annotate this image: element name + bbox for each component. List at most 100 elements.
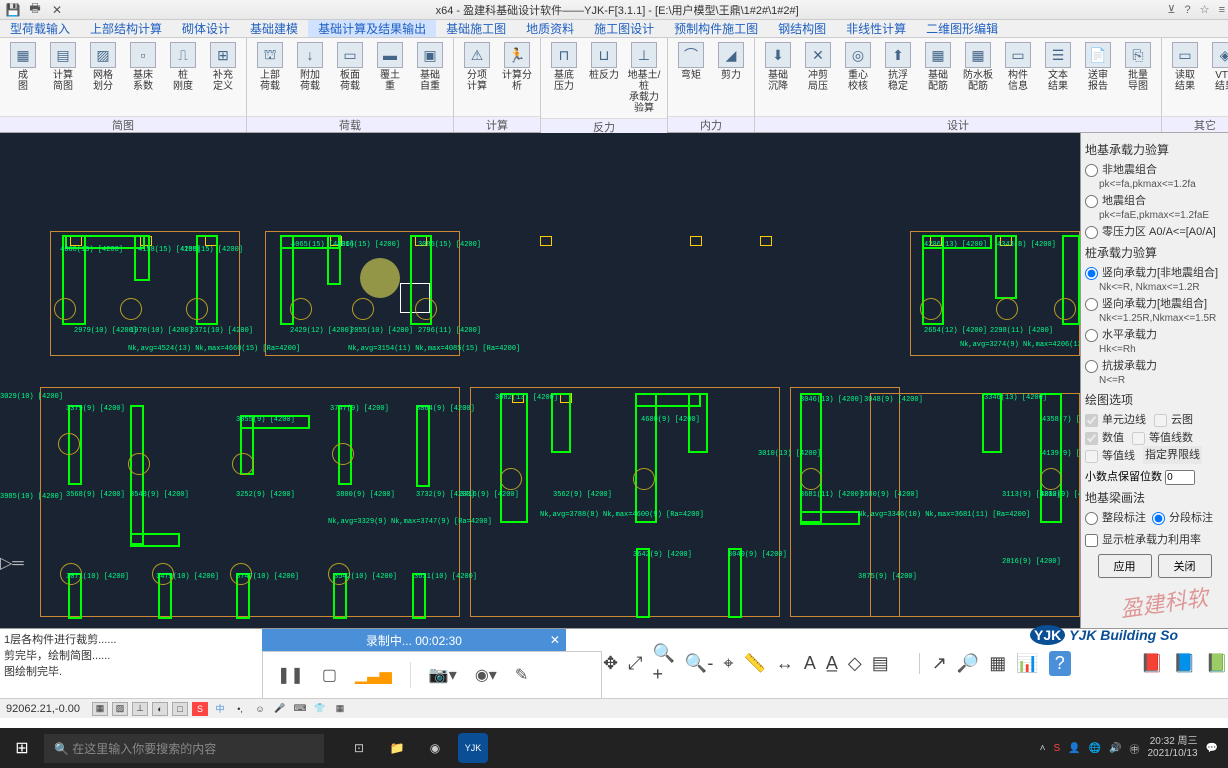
menu-tab-3[interactable]: 基础建模 [240, 20, 308, 37]
radio-vertical-nonseismic[interactable]: 竖向承载力[非地震组合] [1085, 263, 1224, 281]
radio-vertical-seismic[interactable]: 竖向承载力[地震组合] [1085, 294, 1224, 312]
ime-kb[interactable]: ⌨ [292, 702, 308, 716]
export-icon[interactable]: 📗 [1206, 653, 1228, 674]
taskbar-search[interactable]: 🔍 在这里输入你要搜索的内容 [44, 734, 324, 763]
recording-close-icon[interactable]: ✕ [550, 633, 560, 647]
zoom-in-icon[interactable]: 🔍+ [652, 643, 674, 685]
zoom-out-icon[interactable]: 🔍- [685, 653, 713, 674]
ribbon-成图[interactable]: ▦成 图 [4, 40, 42, 94]
view3d-icon[interactable]: ◇ [848, 653, 862, 674]
chk-contour[interactable]: 等值线 [1085, 446, 1135, 464]
start-button[interactable]: ⊞ [0, 728, 44, 768]
ribbon-覆土重[interactable]: ▬覆土 重 [371, 40, 409, 94]
star-icon[interactable]: ☆ [1200, 4, 1210, 16]
menu-tab-10[interactable]: 非线性计算 [836, 20, 916, 37]
close-doc-icon[interactable]: ✕ [50, 3, 64, 17]
taskbar-clock[interactable]: 20:32 周三 2021/10/13 [1147, 736, 1197, 760]
notification-icon[interactable]: 💬 [1206, 743, 1218, 754]
ribbon-基底压力[interactable]: ⊓基底 压力 [545, 40, 583, 94]
help-tool-icon[interactable]: ? [1049, 651, 1071, 676]
ribbon-计算分析[interactable]: 🏃计算分析 [498, 40, 536, 94]
pen-icon[interactable]: ✎ [515, 665, 528, 685]
ribbon-板面荷载[interactable]: ▭板面 荷载 [331, 40, 369, 94]
menu-tab-0[interactable]: 型荷载输入 [0, 20, 80, 37]
radio-zero-pressure[interactable]: 零压力区 A0/A<=[A0/A] [1085, 222, 1224, 240]
ribbon-地基土/桩承载力验算[interactable]: ⊥地基土/桩 承载力验算 [625, 40, 663, 116]
chk-cloud[interactable]: 云图 [1154, 410, 1193, 428]
ime-emoji[interactable]: ☺ [252, 702, 268, 716]
ribbon-分项计算[interactable]: ⚠分项 计算 [458, 40, 496, 94]
print-icon[interactable]: 🖶 [28, 3, 42, 17]
menu-tab-1[interactable]: 上部结构计算 [80, 20, 172, 37]
ribbon-上部荷载[interactable]: ⛫上部 荷载 [251, 40, 289, 94]
text2-icon[interactable]: A̲ [826, 653, 838, 674]
text-icon[interactable]: A [804, 653, 816, 674]
dwg-icon[interactable]: 📘 [1173, 653, 1195, 674]
ribbon-文本结果[interactable]: ☰文本 结果 [1039, 40, 1077, 94]
chk-unit-edge[interactable]: 单元边线 [1085, 410, 1146, 428]
tray-network-icon[interactable]: 🌐 [1089, 743, 1101, 754]
ribbon-附加荷载[interactable]: ↓附加 荷载 [291, 40, 329, 94]
measure-icon[interactable]: 📏 [743, 653, 765, 674]
radio-horizontal[interactable]: 水平承载力 [1085, 325, 1224, 343]
radio-seismic[interactable]: 地震组合 [1085, 191, 1224, 209]
task-view-icon[interactable]: ⊡ [344, 733, 374, 763]
menu-tab-6[interactable]: 地质资料 [516, 20, 584, 37]
ortho-toggle[interactable]: ⊥ [132, 702, 148, 716]
radio-whole-mark[interactable]: 整段标注 [1085, 508, 1146, 526]
ime-lang[interactable]: 中 [212, 702, 228, 716]
ribbon-防水板配筋[interactable]: ▦防水板 配筋 [959, 40, 997, 94]
tray-sogou-icon[interactable]: S [1053, 743, 1060, 754]
ribbon-网格划分[interactable]: ▨网格 划分 [84, 40, 122, 94]
drawing-canvas[interactable]: ▷═ [0, 133, 1080, 628]
ribbon-桩反力[interactable]: ⊔桩反力 [585, 40, 623, 83]
menu-tab-5[interactable]: 基础施工图 [436, 20, 516, 37]
ribbon-重心校核[interactable]: ◎重心 校核 [839, 40, 877, 94]
layer-icon[interactable]: ▤ [872, 653, 889, 674]
ribbon-计算简图[interactable]: ▤计算 简图 [44, 40, 82, 94]
yjk-app-icon[interactable]: YJK [458, 733, 488, 763]
ribbon-送审报告[interactable]: 📄送审 报告 [1079, 40, 1117, 94]
pause-icon[interactable]: ❚❚ [277, 665, 304, 685]
menu-tab-4[interactable]: 基础计算及结果输出 [308, 20, 436, 37]
ribbon-冲剪局压[interactable]: ✕冲剪 局压 [799, 40, 837, 94]
help-icon[interactable]: ? [1184, 4, 1190, 16]
ribbon-基础沉降[interactable]: ⬇基础 沉降 [759, 40, 797, 94]
webcam-icon[interactable]: ◉▾ [475, 665, 497, 685]
chk-utilization[interactable]: 显示桩承载力利用率 [1085, 530, 1224, 548]
properties-icon[interactable]: ▦ [989, 653, 1006, 674]
ime-skin[interactable]: 👕 [312, 702, 328, 716]
ribbon-读取结果[interactable]: ▭读取 结果 [1166, 40, 1204, 94]
camera-icon[interactable]: 📷▾ [429, 665, 457, 685]
ime-menu[interactable]: ▦ [332, 702, 348, 716]
ribbon-补充定义[interactable]: ⊞补充 定义 [204, 40, 242, 94]
menu-icon[interactable]: ≡ [1219, 4, 1225, 16]
yjk-icon[interactable]: ⊻ [1167, 4, 1175, 16]
chrome-icon[interactable]: ◉ [420, 733, 450, 763]
sogou-icon[interactable]: S [192, 702, 208, 716]
menu-tab-7[interactable]: 施工图设计 [584, 20, 664, 37]
zoom-extents-icon[interactable]: ⤢ [628, 653, 642, 674]
decimals-input[interactable] [1165, 470, 1195, 485]
chk-contour-count[interactable]: 等值线数 [1132, 428, 1193, 446]
ribbon-基础自重[interactable]: ▣基础 自重 [411, 40, 449, 94]
tray-up-icon[interactable]: ˄ [1040, 743, 1046, 754]
calc-icon[interactable]: 📊 [1016, 653, 1038, 674]
pdf-icon[interactable]: 📕 [1141, 653, 1163, 674]
stop-icon[interactable]: ▢ [322, 665, 337, 685]
save-icon[interactable]: 💾 [6, 3, 20, 17]
menu-tab-8[interactable]: 预制构件施工图 [664, 20, 768, 37]
apply-button[interactable]: 应用 [1098, 554, 1152, 578]
menu-tab-9[interactable]: 钢结构图 [768, 20, 836, 37]
snap-toggle[interactable]: ▦ [92, 702, 108, 716]
grid-toggle[interactable]: ▨ [112, 702, 128, 716]
find-icon[interactable]: 🔎 [957, 653, 979, 674]
zoom-window-icon[interactable]: ⌖ [723, 653, 733, 674]
tray-volume-icon[interactable]: 🔊 [1109, 743, 1121, 754]
ribbon-抗浮稳定[interactable]: ⬆抗浮 稳定 [879, 40, 917, 94]
ime-punct[interactable]: •, [232, 702, 248, 716]
ribbon-构件信息[interactable]: ▭构件 信息 [999, 40, 1037, 94]
explorer-icon[interactable]: 📁 [382, 733, 412, 763]
ribbon-桩刚度[interactable]: ⎍桩 刚度 [164, 40, 202, 94]
radio-non-seismic[interactable]: 非地震组合 [1085, 160, 1224, 178]
